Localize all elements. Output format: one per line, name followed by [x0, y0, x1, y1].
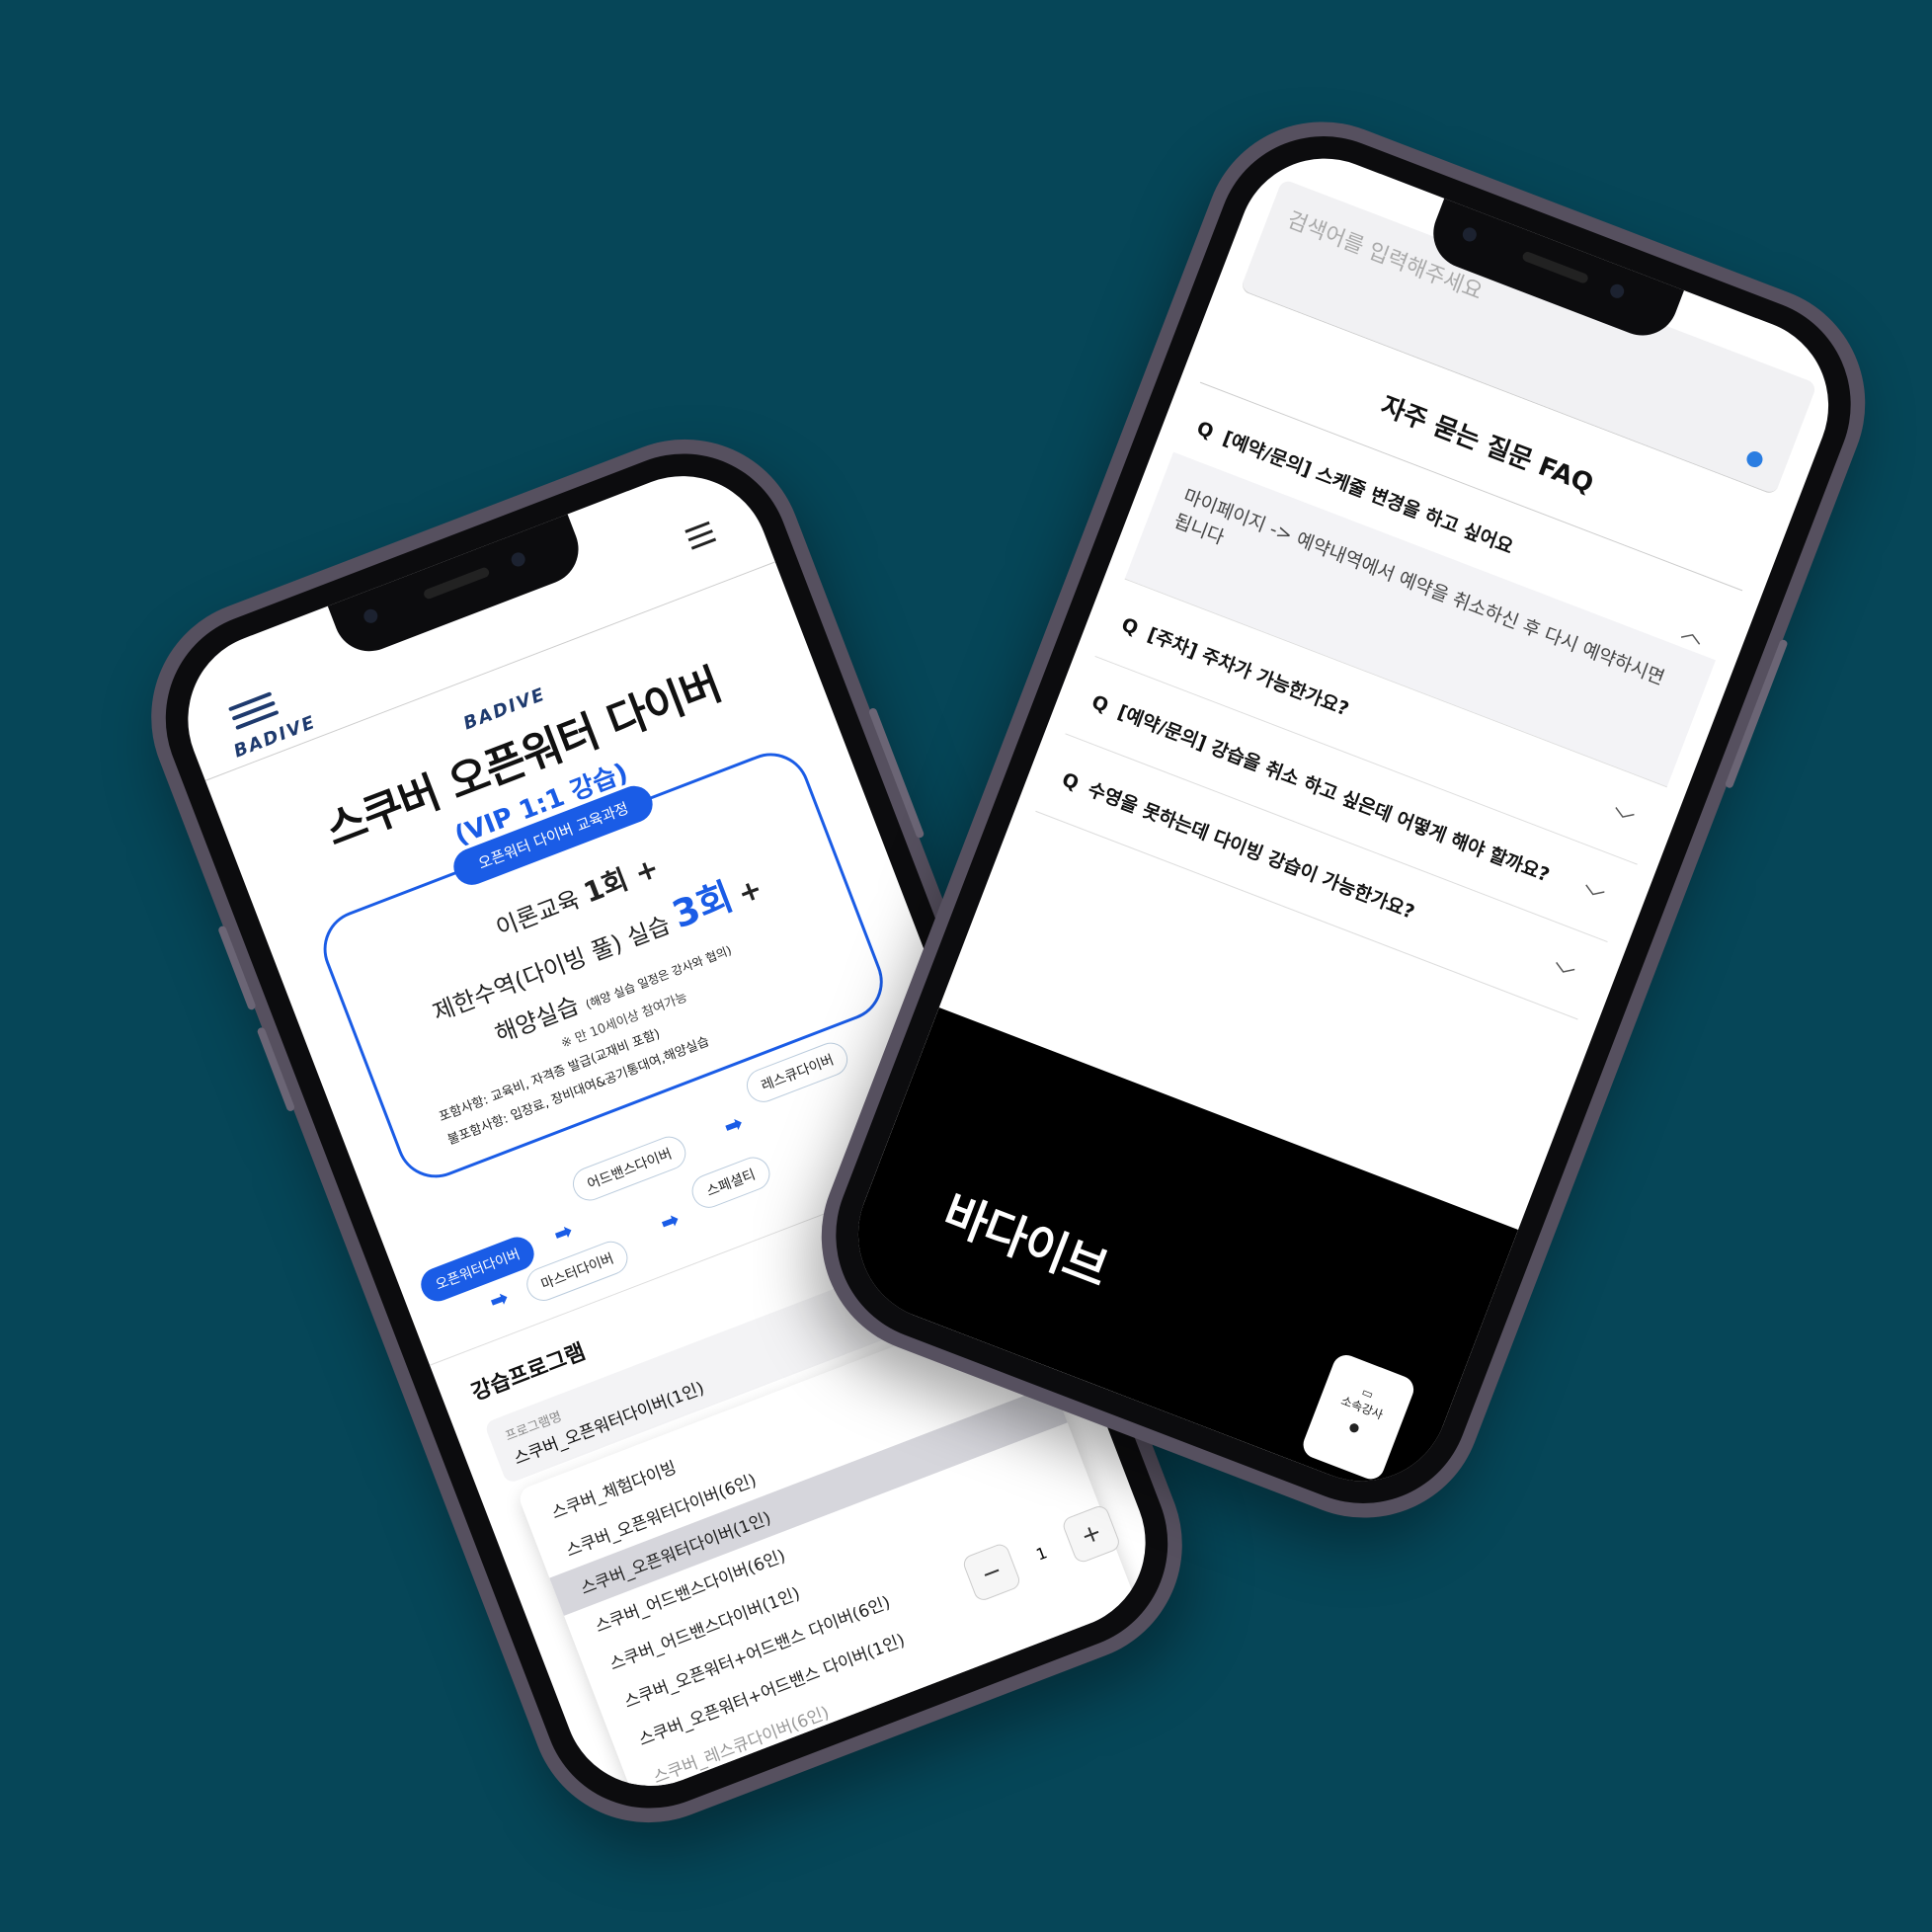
q-mark: Q [1059, 768, 1082, 795]
right-phone-mockup: 검색어를 입력해주세요 자주 묻는 질문 FAQ Q [예약/문의] 스케줄 변경… [786, 87, 1900, 1553]
flow-chip[interactable]: 어드밴스다이버 [568, 1131, 691, 1206]
phone-bezel: 검색어를 입력해주세요 자주 묻는 질문 FAQ Q [예약/문의] 스케줄 변경… [804, 105, 1883, 1535]
flow-chip[interactable]: 스페셜티 [686, 1152, 774, 1213]
arrow-right-icon: ➡ [486, 1285, 513, 1316]
arrow-right-icon: ➡ [657, 1207, 684, 1238]
sensor-icon [509, 550, 527, 569]
quantity-value[interactable]: 1 [1010, 1534, 1073, 1572]
q-mark: Q [1193, 417, 1217, 443]
flow-chip[interactable]: 오픈워터다이버 [416, 1232, 539, 1307]
q-mark: Q [1118, 613, 1142, 640]
search-icon[interactable] [1744, 448, 1765, 470]
floating-instructor-button[interactable]: ▭ 소속강사 ● [1299, 1350, 1418, 1484]
hamburger-menu-icon[interactable] [684, 521, 718, 556]
chevron-down-icon[interactable]: ﹀ [1576, 878, 1608, 916]
chevron-up-icon[interactable]: ︿ [1678, 613, 1710, 651]
speaker [1521, 250, 1590, 284]
chevron-down-icon[interactable]: ﹀ [1547, 955, 1578, 993]
arrow-right-icon: ➡ [720, 1110, 747, 1141]
plus-sign: + [733, 871, 767, 911]
sensor-icon [1608, 282, 1627, 300]
footer-brand: 바다이브 [935, 1184, 1115, 1299]
camera-icon [362, 606, 380, 625]
speaker [422, 566, 491, 601]
phone-screen: 검색어를 입력해주세요 자주 묻는 질문 FAQ Q [예약/문의] 스케줄 변경… [833, 132, 1854, 1507]
chevron-down-icon[interactable]: ﹀ [1606, 800, 1638, 838]
camera-icon [1460, 225, 1479, 244]
arrow-right-icon: ➡ [550, 1218, 577, 1248]
q-mark: Q [1088, 690, 1112, 718]
